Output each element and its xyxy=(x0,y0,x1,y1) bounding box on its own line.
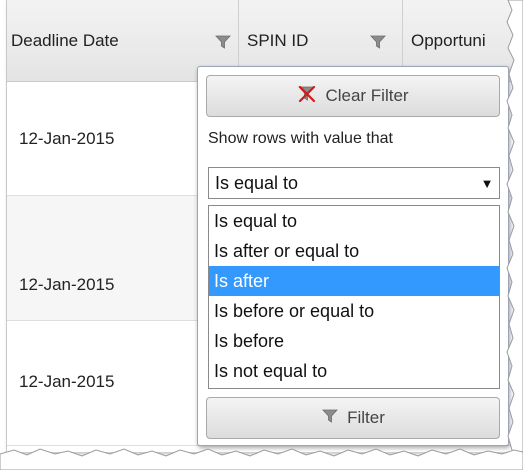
chevron-down-icon: ▼ xyxy=(480,175,494,191)
column-header-label: Deadline Date xyxy=(11,31,119,50)
operator-options-list[interactable]: Is equal to Is after or equal to Is afte… xyxy=(208,205,500,389)
column-header-label: SPIN ID xyxy=(247,31,309,50)
operator-option-is-before[interactable]: Is before xyxy=(209,326,499,356)
operator-option-is-after[interactable]: Is after xyxy=(209,266,499,296)
funnel-icon[interactable] xyxy=(369,33,387,51)
clear-filter-icon xyxy=(297,85,317,108)
filter-caption: Show rows with value that xyxy=(208,130,393,147)
clear-filter-button[interactable]: Clear Filter xyxy=(206,75,500,117)
filter-popup: Clear Filter Show rows with value that I… xyxy=(197,66,509,446)
operator-option-is-after-or-equal-to[interactable]: Is after or equal to xyxy=(209,236,499,266)
deadline-date-cell: 12-Jan-2015 xyxy=(19,372,115,391)
funnel-icon[interactable] xyxy=(214,33,232,51)
operator-select-value: Is equal to xyxy=(215,172,299,193)
screenshot-frame: Deadline Date SPIN ID Opportuni 12-Jan-2… xyxy=(6,0,514,452)
column-header-label: Opportuni xyxy=(411,31,486,50)
operator-option-is-equal-to[interactable]: Is equal to xyxy=(209,206,499,236)
operator-select[interactable]: Is equal to ▼ xyxy=(208,167,500,199)
clear-filter-label: Clear Filter xyxy=(325,86,409,105)
filter-button[interactable]: Filter xyxy=(206,397,500,439)
filter-button-label: Filter xyxy=(347,408,385,427)
operator-option-is-before-or-equal-to[interactable]: Is before or equal to xyxy=(209,296,499,326)
deadline-date-cell: 12-Jan-2015 xyxy=(19,275,115,294)
operator-option-is-not-equal-to[interactable]: Is not equal to xyxy=(209,356,499,386)
funnel-icon xyxy=(321,407,339,430)
deadline-date-cell: 12-Jan-2015 xyxy=(19,129,115,148)
